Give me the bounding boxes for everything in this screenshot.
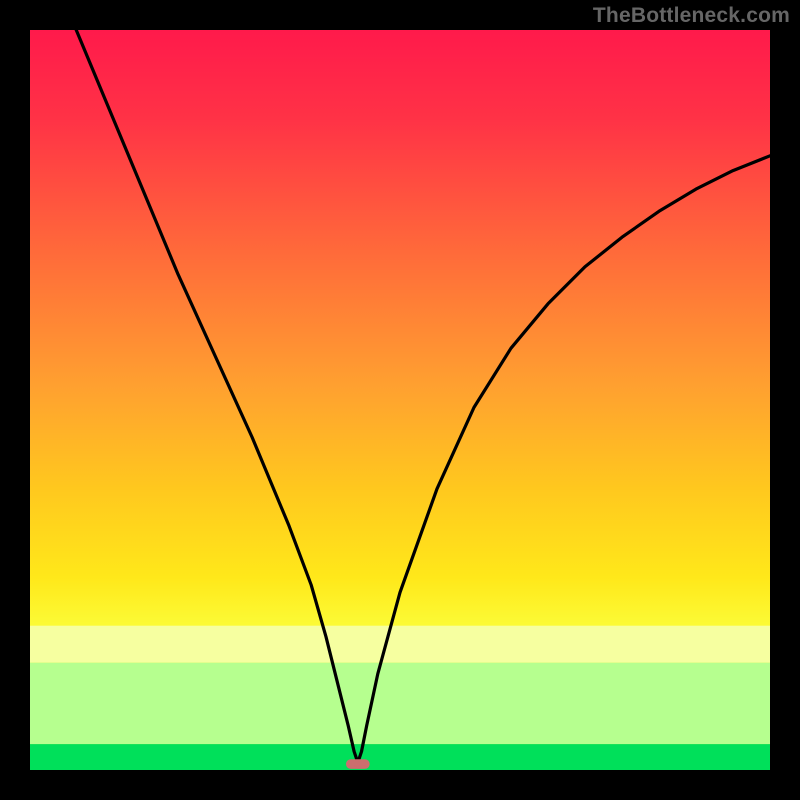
band-light-yellow (30, 626, 770, 663)
band-green (30, 744, 770, 770)
watermark-text: TheBottleneck.com (593, 4, 790, 28)
chart-frame: TheBottleneck.com (0, 0, 800, 800)
optimum-marker (346, 759, 370, 769)
plot-area (30, 30, 770, 770)
gradient-chart (30, 30, 770, 770)
band-pale-green (30, 663, 770, 744)
